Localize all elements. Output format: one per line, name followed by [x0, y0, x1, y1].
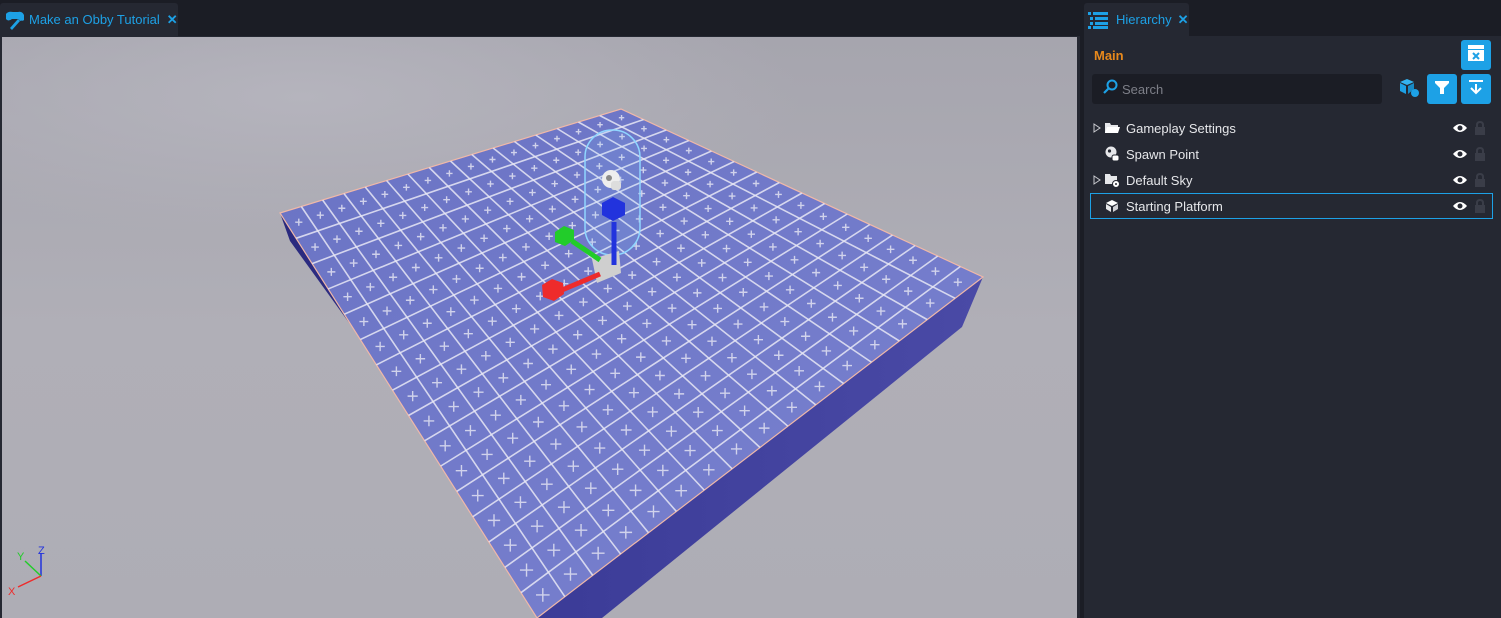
eye-icon[interactable] — [1452, 148, 1468, 160]
filter-button[interactable] — [1427, 74, 1457, 104]
cube-icon — [1104, 198, 1120, 214]
game-controller-hammer-icon — [4, 10, 26, 30]
tab-viewport[interactable]: Make an Obby Tutorial ✕ — [0, 3, 178, 36]
item-label: Starting Platform — [1126, 198, 1223, 214]
scene-name-label: Main — [1094, 48, 1124, 63]
hierarchy-tabbar: Hierarchy ✕ — [1080, 0, 1501, 36]
hierarchy-item-gameplay-settings[interactable]: Gameplay Settings — [1090, 115, 1493, 141]
axis-x-label: X — [8, 586, 16, 598]
axis-z-label: Z — [38, 545, 45, 557]
scene-render: Z Y X — [8, 108, 985, 618]
hierarchy-item-spawn-point[interactable]: Spawn Point — [1090, 141, 1493, 167]
search-input[interactable] — [1122, 81, 1372, 97]
tab-hierarchy[interactable]: Hierarchy ✕ — [1084, 3, 1189, 36]
hierarchy-search[interactable] — [1092, 74, 1382, 104]
close-icon[interactable]: ✕ — [167, 12, 178, 28]
collapse-arrow-icon — [1468, 79, 1484, 100]
list-icon — [1088, 11, 1110, 29]
item-label: Default Sky — [1126, 172, 1193, 188]
add-object-icon — [1398, 77, 1420, 104]
axis-orientation-gizmo: Z Y X — [8, 545, 45, 598]
scene-viewport[interactable]: Z Y X — [2, 37, 1077, 618]
close-icon[interactable]: ✕ — [1178, 12, 1189, 28]
item-label: Spawn Point — [1126, 146, 1199, 162]
filter-icon — [1434, 79, 1450, 100]
eye-icon[interactable] — [1452, 122, 1468, 134]
lock-icon[interactable] — [1474, 147, 1486, 161]
editor-window: Make an Obby Tutorial ✕ Z Y X Hierarchy … — [0, 0, 1501, 618]
tab-viewport-label: Make an Obby Tutorial — [29, 12, 160, 27]
spawn-point-icon — [1104, 146, 1120, 162]
tab-hierarchy-label: Hierarchy — [1116, 12, 1172, 27]
eye-icon[interactable] — [1452, 174, 1468, 186]
lock-icon[interactable] — [1474, 199, 1486, 213]
hierarchy-panel: Main Search Gameplay Settings Spawn Poin… — [1084, 36, 1501, 618]
collapse-all-button[interactable] — [1461, 74, 1491, 104]
lock-icon[interactable] — [1474, 173, 1486, 187]
hierarchy-item-default-sky[interactable]: Default Sky — [1090, 167, 1493, 193]
expand-arrow-icon[interactable] — [1093, 175, 1101, 185]
hierarchy-tree: Gameplay Settings Spawn Point Default Sk… — [1090, 115, 1493, 219]
axis-y-label: Y — [17, 551, 25, 563]
lock-icon[interactable] — [1474, 121, 1486, 135]
item-label: Gameplay Settings — [1126, 120, 1236, 136]
scene-settings-button[interactable] — [1461, 40, 1491, 70]
viewport-tabbar: Make an Obby Tutorial ✕ — [0, 0, 1080, 36]
expand-arrow-icon[interactable] — [1093, 123, 1101, 133]
folder-settings-icon — [1104, 172, 1120, 188]
folder-icon — [1104, 120, 1120, 136]
create-object-button[interactable] — [1397, 78, 1421, 102]
eye-icon[interactable] — [1452, 200, 1468, 212]
hierarchy-item-starting-platform[interactable]: Starting Platform — [1090, 193, 1493, 219]
clapperboard-icon — [1467, 44, 1485, 67]
search-icon — [1102, 79, 1118, 100]
